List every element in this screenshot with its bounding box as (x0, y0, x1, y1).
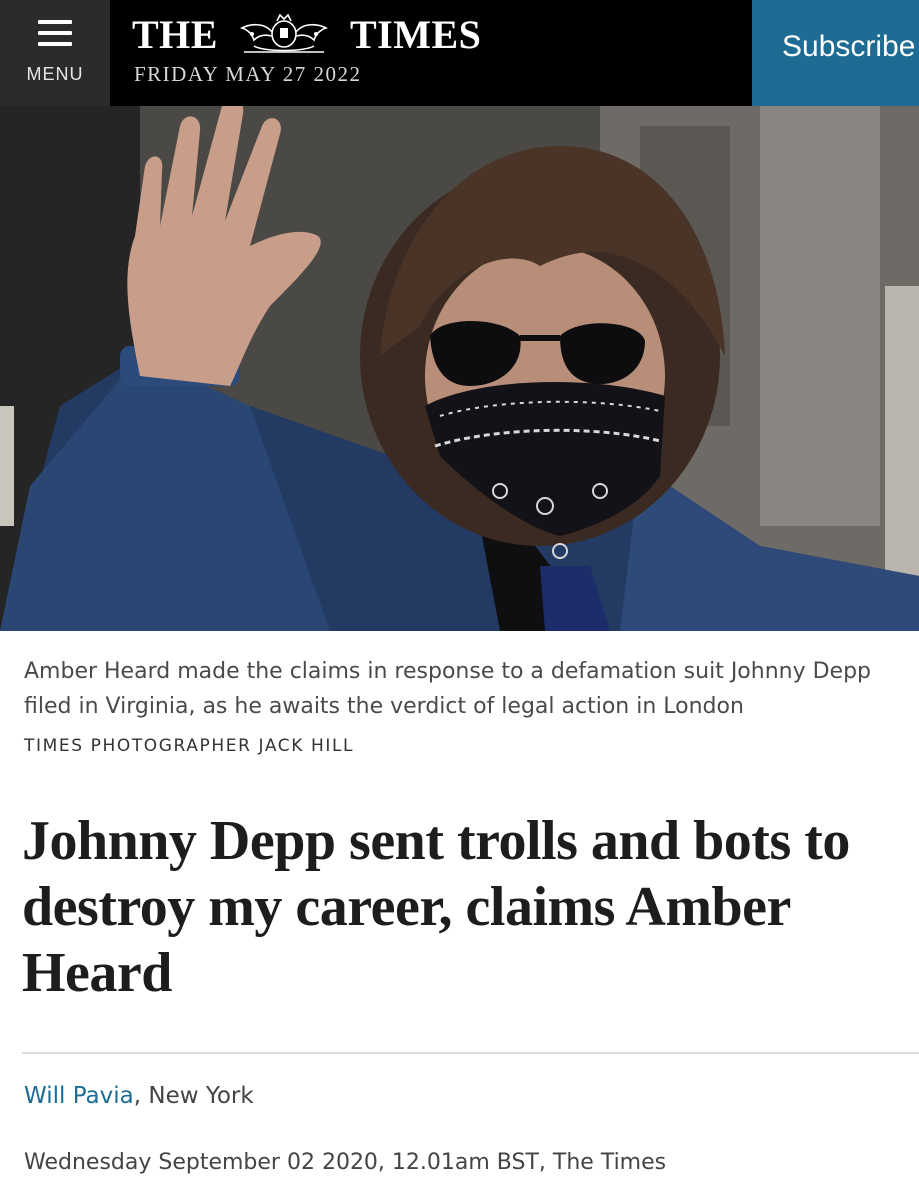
photo-illustration (0, 106, 919, 631)
publish-date: Wednesday September 02 2020, 12.01am BST… (24, 1150, 667, 1175)
masthead-times: TIMES (349, 11, 482, 57)
hamburger-menu-icon (38, 20, 72, 46)
the-times-logo[interactable]: THE TIMES (132, 11, 482, 57)
menu-label: MENU (26, 64, 84, 84)
byline-location: , New York (133, 1083, 254, 1109)
caption-line-2: filed in Virginia, as he awaits the verd… (24, 694, 744, 719)
royal-crest-logo (239, 13, 329, 53)
photo-credit: TIMES PHOTOGRAPHER JACK HILL (24, 736, 355, 756)
byline: Will Pavia, New York (24, 1083, 254, 1109)
caption-line-1: Amber Heard made the claims in response … (24, 659, 872, 684)
menu-button[interactable]: MENU (0, 0, 110, 106)
edition-date: FRIDAY MAY 27 2022 (134, 62, 362, 86)
top-bar: MENU THE TIMES FRIDAY MAY 27 2022 Subscr… (0, 0, 919, 106)
article-headline: Johnny Depp sent trolls and bots to dest… (22, 810, 850, 1004)
subscribe-button[interactable]: Subscribe (749, 0, 919, 106)
photo-caption: Amber Heard made the claims in response … (24, 654, 919, 724)
subscribe-label: Subscribe (782, 30, 916, 63)
divider (22, 1052, 919, 1054)
masthead-the: THE (132, 11, 218, 57)
article-photo (0, 106, 919, 631)
author-link[interactable]: Will Pavia (24, 1083, 134, 1109)
